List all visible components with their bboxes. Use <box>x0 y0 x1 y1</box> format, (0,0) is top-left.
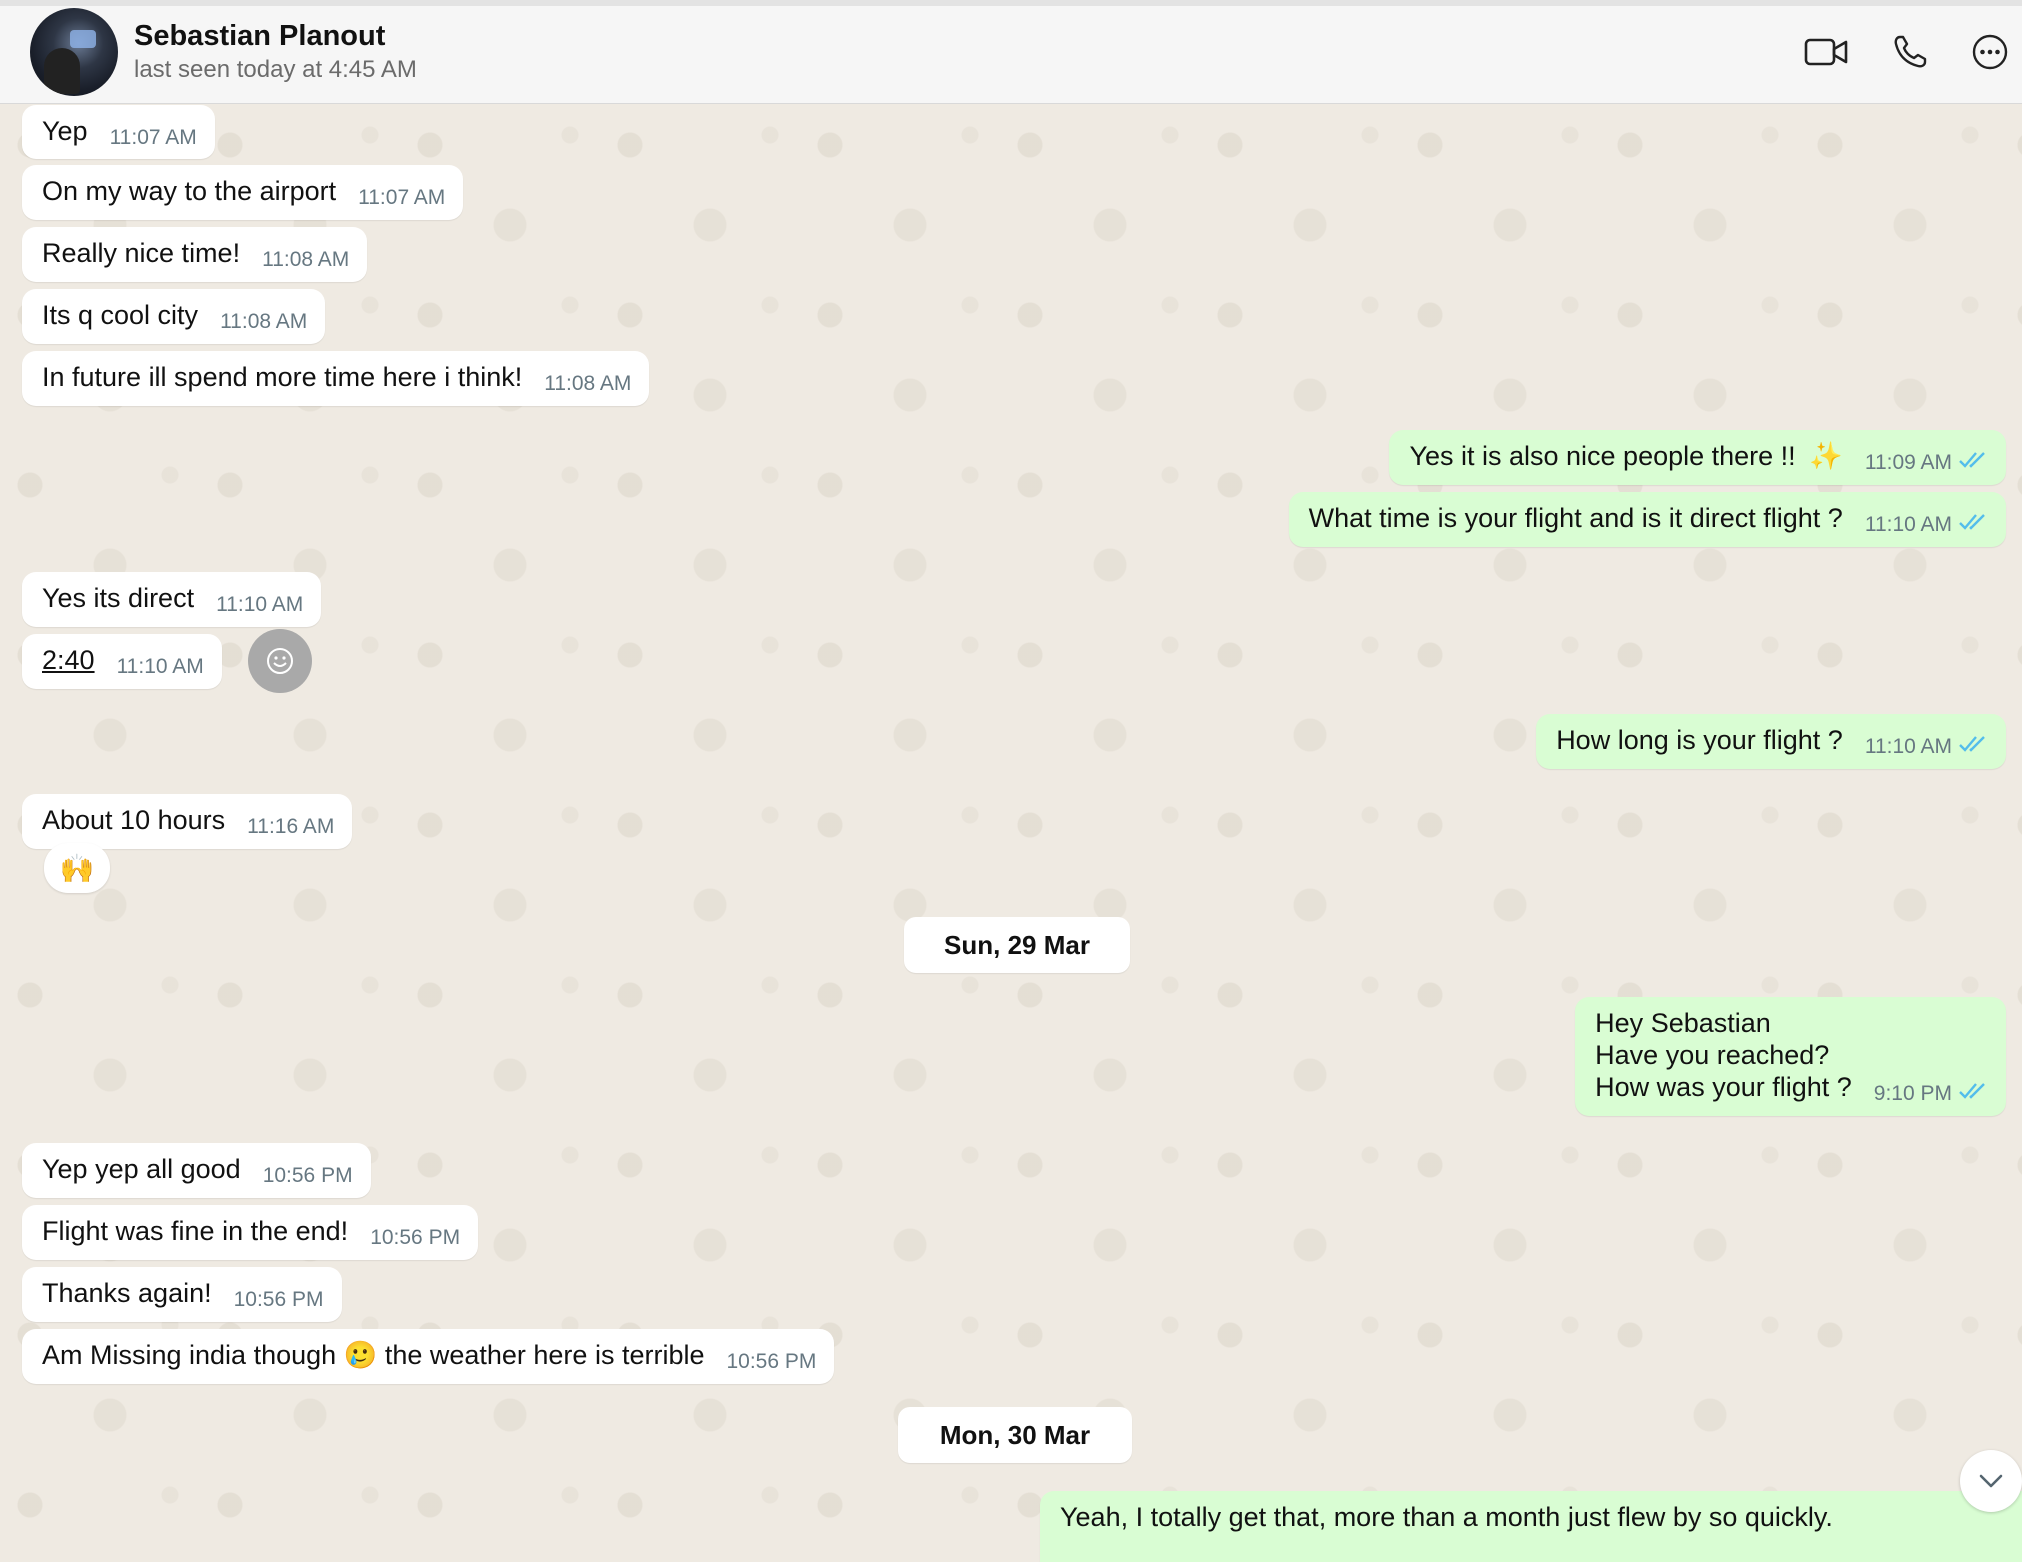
message-text-line: Have you reached? <box>1595 1040 1830 1070</box>
message-incoming[interactable]: About 10 hours 11:16 AM <box>22 794 353 849</box>
message-outgoing[interactable]: How long is your flight ? 11:10 AM <box>1536 714 2006 769</box>
message-incoming[interactable]: Am Missing india though 🥲 the weather he… <box>22 1329 835 1384</box>
add-reaction-icon[interactable] <box>248 629 312 693</box>
message-text: Really nice time! <box>42 238 241 268</box>
message-incoming[interactable]: Its q cool city 11:08 AM <box>22 289 326 344</box>
message-text: Yep <box>42 116 88 146</box>
message-time: 11:09 AM <box>1864 451 1952 474</box>
date-separator: Sun, 29 Mar <box>904 917 1130 973</box>
message-time: 11:10 AM <box>1864 513 1952 536</box>
chat-header: Sebastian Planout last seen today at 4:4… <box>0 0 2022 104</box>
message-time: 11:08 AM <box>544 372 632 395</box>
message-time: 10:56 PM <box>726 1350 817 1373</box>
message-incoming[interactable]: Yep yep all good 10:56 PM <box>22 1143 371 1198</box>
date-separator: Mon, 30 Mar <box>898 1407 1132 1463</box>
message-text: In future ill spend more time here i thi… <box>42 362 523 392</box>
message-text: the weather here is terrible <box>384 1340 705 1370</box>
double-check-icon <box>1958 444 1988 476</box>
sparkles-emoji: ✨ <box>1809 441 1843 471</box>
message-time: 11:16 AM <box>247 815 335 838</box>
message-text: Yes it is also nice people there !! <box>1409 441 1796 471</box>
double-check-icon <box>1958 506 1988 538</box>
message-text-link[interactable]: 2:40 <box>42 645 95 675</box>
message-reaction[interactable]: 🙌 <box>44 843 110 893</box>
message-incoming[interactable]: Thanks again! 10:56 PM <box>22 1267 342 1322</box>
message-text: Thanks again! <box>42 1278 212 1308</box>
message-time: 10:56 PM <box>370 1226 461 1249</box>
video-call-icon[interactable] <box>1802 30 1850 74</box>
message-time: 11:08 AM <box>262 248 350 271</box>
avatar[interactable] <box>30 8 118 96</box>
message-text: Yep yep all good <box>42 1154 241 1184</box>
message-time: 9:10 PM <box>1873 1082 1952 1105</box>
message-incoming[interactable]: Yes its direct 11:10 AM <box>22 572 322 627</box>
message-text: Am Missing india though <box>42 1340 337 1370</box>
avatar-image-highlight <box>70 30 96 48</box>
message-incoming[interactable]: On my way to the airport 11:07 AM <box>22 165 464 220</box>
message-text-line: How was your flight ? 9:10 PM <box>1595 1071 1988 1106</box>
message-text: Yes its direct <box>42 583 195 613</box>
message-time: 10:56 PM <box>233 1288 324 1311</box>
message-outgoing[interactable]: Yeah, I totally get that, more than a mo… <box>1040 1491 2022 1562</box>
last-seen-status: last seen today at 4:45 AM <box>134 56 417 83</box>
message-text: How long is your flight ? <box>1556 725 1843 755</box>
message-text: Flight was fine in the end! <box>42 1216 349 1246</box>
contact-name[interactable]: Sebastian Planout <box>134 20 385 53</box>
message-time: 11:07 AM <box>358 186 446 209</box>
message-text-line: Hey Sebastian <box>1595 1008 1771 1038</box>
message-text: Yeah, I totally get that, more than a mo… <box>1060 1502 1833 1532</box>
double-check-icon <box>1958 728 1988 760</box>
message-incoming[interactable]: 2:40 11:10 AM <box>22 634 222 689</box>
message-time: 11:08 AM <box>220 310 308 333</box>
message-text: On my way to the airport <box>42 176 337 206</box>
message-time: 11:10 AM <box>116 655 204 678</box>
message-text: What time is your flight and is it direc… <box>1308 503 1843 533</box>
double-check-icon <box>1958 1075 1988 1107</box>
smiling-tear-emoji: 🥲 <box>343 1340 378 1370</box>
message-incoming[interactable]: Flight was fine in the end! 10:56 PM <box>22 1205 479 1260</box>
chat-message-area[interactable]: Yep 11:07 AM On my way to the airport 11:0… <box>0 105 2022 1562</box>
avatar-image-figure <box>44 48 80 94</box>
window-top-edge <box>0 0 2022 6</box>
message-outgoing[interactable]: Yes it is also nice people there !! ✨ 11:… <box>1389 430 2006 485</box>
message-time: 11:07 AM <box>109 126 197 149</box>
message-incoming[interactable]: Yep 11:07 AM <box>22 105 215 159</box>
message-outgoing[interactable]: Hey Sebastian Have you reached? How was … <box>1575 997 2006 1116</box>
message-time: 11:10 AM <box>216 593 304 616</box>
message-time: 10:56 PM <box>262 1164 353 1187</box>
raising-hands-emoji: 🙌 <box>59 852 95 884</box>
message-incoming[interactable]: Really nice time! 11:08 AM <box>22 227 368 282</box>
voice-call-icon[interactable] <box>1886 30 1934 74</box>
message-time: 11:10 AM <box>1864 735 1952 758</box>
message-text: About 10 hours <box>42 805 226 835</box>
scroll-down-icon[interactable] <box>1960 1450 2022 1512</box>
message-text: Its q cool city <box>42 300 199 330</box>
message-incoming[interactable]: In future ill spend more time here i thi… <box>22 351 650 406</box>
more-options-icon[interactable] <box>1966 30 2014 74</box>
message-outgoing[interactable]: What time is your flight and is it direc… <box>1288 492 2006 547</box>
message-text: How was your flight ? <box>1595 1072 1852 1102</box>
